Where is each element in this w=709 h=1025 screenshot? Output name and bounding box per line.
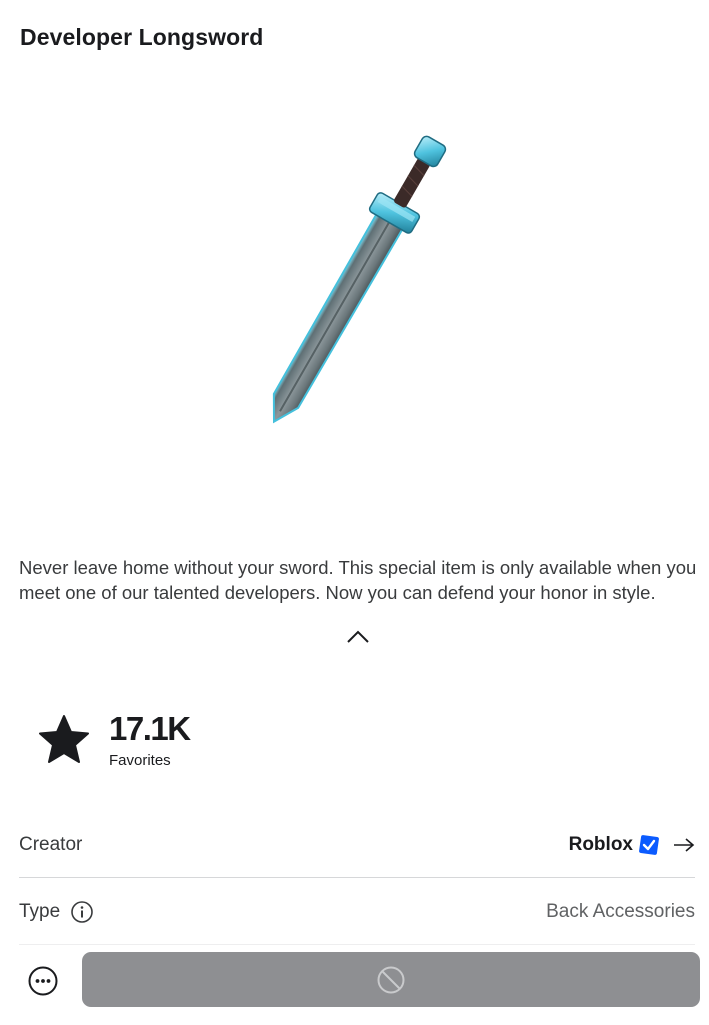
divider <box>19 944 695 945</box>
favorites-count: 17.1K <box>109 710 191 747</box>
creator-row: Creator Roblox <box>19 825 695 865</box>
item-thumbnail <box>272 135 447 424</box>
type-value: Back Accessories <box>546 901 695 922</box>
info-icon[interactable] <box>70 900 94 924</box>
creator-name: Roblox <box>568 834 633 855</box>
favorites-label: Favorites <box>109 752 171 769</box>
type-row: Type Back Accessories <box>19 892 695 932</box>
favorites-stat: 17.1K Favorites <box>36 710 236 774</box>
type-label: Type <box>19 901 61 922</box>
chevron-up-icon <box>347 630 369 643</box>
item-title: Developer Longsword <box>20 24 264 50</box>
type-label-group: Type <box>19 900 94 924</box>
creator-label: Creator <box>19 834 83 855</box>
divider <box>19 877 695 878</box>
more-options-icon[interactable] <box>27 965 59 997</box>
star-icon <box>39 715 89 763</box>
creator-link[interactable]: Roblox <box>569 834 695 856</box>
collapse-description-button[interactable] <box>341 624 375 650</box>
unavailable-icon <box>377 966 405 993</box>
verified-badge-icon <box>639 835 659 855</box>
arrow-right-icon <box>674 838 695 852</box>
item-description: Never leave home without your sword. Thi… <box>19 557 697 603</box>
buy-button[interactable] <box>82 952 700 1007</box>
